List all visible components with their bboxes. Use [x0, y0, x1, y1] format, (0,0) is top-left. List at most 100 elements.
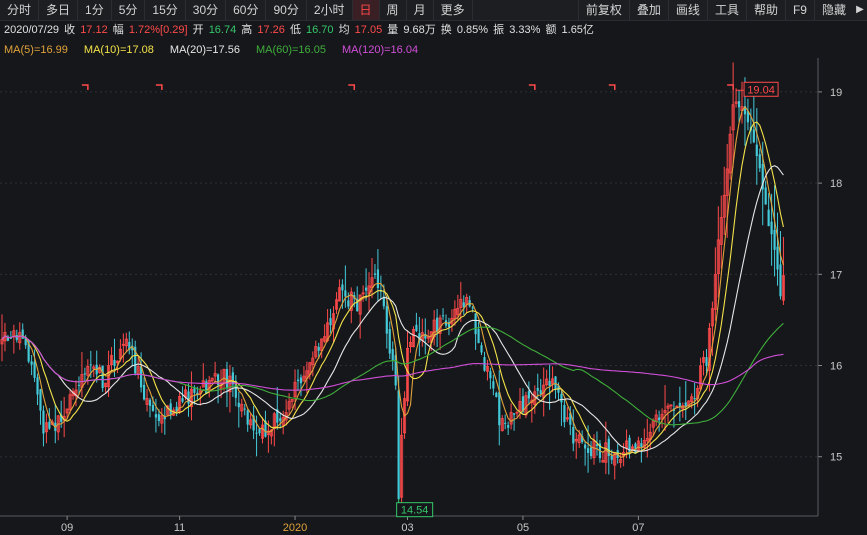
candle-body: [388, 329, 391, 354]
expand-arrow-icon[interactable]: ▶: [853, 0, 867, 20]
avg-value: 17.05: [354, 24, 383, 36]
ma-legend-item: MA(20)=17.56: [169, 44, 240, 56]
candle-body: [504, 422, 507, 424]
ma-legend-item: MA(120)=16.04: [341, 44, 419, 56]
turnover-value: 0.85%: [456, 24, 489, 36]
ma-legend-item: MA(10)=17.08: [83, 44, 154, 56]
candle-body: [397, 390, 400, 500]
ma-line: [1, 322, 784, 426]
candle-body: [391, 349, 394, 361]
candle-body: [83, 373, 86, 375]
amount-value: 1.65亿: [561, 24, 594, 36]
max-price-label: 19.04: [747, 84, 775, 96]
candle-body: [595, 444, 599, 447]
candle-body: [548, 380, 551, 386]
tool-menu-3[interactable]: 工具: [706, 0, 746, 20]
candle-body: [89, 364, 92, 366]
candle-body: [693, 398, 696, 400]
x-tick-label: 2020: [283, 522, 307, 534]
gap-marker: [528, 84, 536, 90]
candle-body: [48, 421, 51, 429]
high-value: 17.26: [257, 24, 285, 36]
tool-menu-5[interactable]: F9: [784, 0, 814, 20]
candle-body: [640, 443, 643, 447]
candle-body: [142, 384, 146, 400]
candle-body: [42, 410, 45, 434]
candle-body: [758, 154, 761, 169]
period-tab-3[interactable]: 5分: [112, 0, 146, 20]
quote-info-row: 2020/07/29 收 17.12 幅 1.72%[0.29] 开 16.74…: [0, 22, 867, 39]
quote-date: 2020/07/29: [4, 24, 60, 36]
candle-body: [237, 402, 240, 408]
candle-body: [341, 284, 344, 291]
candle-body: [157, 414, 160, 422]
tool-menu-1[interactable]: 叠加: [628, 0, 668, 20]
period-tab-0[interactable]: 分时: [0, 0, 40, 20]
candle-body: [779, 264, 782, 297]
candle-body: [610, 455, 613, 460]
candle-body: [77, 384, 81, 386]
gap-marker: [81, 84, 89, 90]
candle-body: [776, 246, 779, 270]
candle-body: [347, 300, 350, 307]
kline-chart[interactable]: 15 16 17 18 19 09 11 2020 03 05 07 19.04 14.54: [0, 58, 867, 535]
period-tab-2[interactable]: 1分: [78, 0, 112, 20]
tool-menu-2[interactable]: 画线: [667, 0, 707, 20]
avg-label: 均: [338, 24, 350, 36]
open-label: 开: [192, 24, 204, 36]
candle-body: [512, 413, 516, 415]
candle-body: [705, 357, 708, 366]
tool-menu-0[interactable]: 前复权: [577, 0, 629, 20]
period-tab-8[interactable]: 2小时: [307, 0, 353, 20]
candle-body: [15, 335, 18, 340]
ma-legend-item: MA(5)=16.99: [4, 44, 68, 56]
candle-body: [376, 269, 380, 289]
candle-body: [154, 414, 158, 418]
candle-body: [344, 290, 347, 297]
period-tab-1[interactable]: 多日: [39, 0, 79, 20]
candle-body: [471, 307, 474, 309]
candle-body: [554, 376, 557, 389]
candle-body: [492, 381, 495, 389]
period-tab-5[interactable]: 30分: [186, 0, 227, 20]
candle-body: [678, 402, 681, 407]
y-tick-label: 17: [830, 269, 842, 281]
x-tick-label: 03: [401, 522, 413, 534]
candle-body: [258, 428, 261, 434]
period-tab-10[interactable]: 周: [380, 0, 407, 20]
candle-body: [246, 410, 249, 425]
candle-body: [113, 359, 116, 366]
period-tab-6[interactable]: 60分: [226, 0, 267, 20]
candle-body: [193, 388, 196, 393]
period-toolbar: 分时 多日 1分 5分 15分 30分 60分 90分 2小时日周月更多 前复权 叠加 画线 工具 帮助…: [0, 0, 867, 21]
candle-body: [474, 313, 477, 335]
tool-menu-6[interactable]: 隐藏: [813, 0, 853, 20]
change-value: 1.72%[0.29]: [128, 24, 188, 36]
period-tab-9[interactable]: 日: [352, 0, 380, 20]
period-tab-11[interactable]: 月: [407, 0, 434, 20]
candle-body: [495, 392, 498, 397]
candle-body: [39, 389, 42, 411]
y-tick-label: 19: [830, 87, 842, 99]
period-tab-7[interactable]: 90分: [266, 0, 307, 20]
candle-body: [30, 361, 33, 365]
period-tab-4[interactable]: 15分: [145, 0, 186, 20]
period-tab-12[interactable]: 更多: [434, 0, 473, 20]
ma-line: [1, 121, 784, 456]
x-tick-label: 07: [632, 522, 644, 534]
candle-body: [101, 365, 104, 389]
candle-body: [385, 306, 388, 334]
candle-body: [498, 392, 501, 426]
amplitude-value: 3.33%: [509, 24, 541, 36]
candle-body: [536, 387, 539, 391]
close-value: 17.12: [80, 24, 108, 36]
candle-body: [527, 391, 530, 399]
low-label: 低: [289, 24, 301, 36]
candle-body: [539, 390, 542, 394]
ma-line: [1, 106, 784, 459]
candle-body: [33, 361, 36, 378]
candle-body: [767, 209, 770, 227]
candle-body: [764, 187, 767, 205]
candle-body: [589, 447, 593, 457]
tool-menu-4[interactable]: 帮助: [745, 0, 785, 20]
